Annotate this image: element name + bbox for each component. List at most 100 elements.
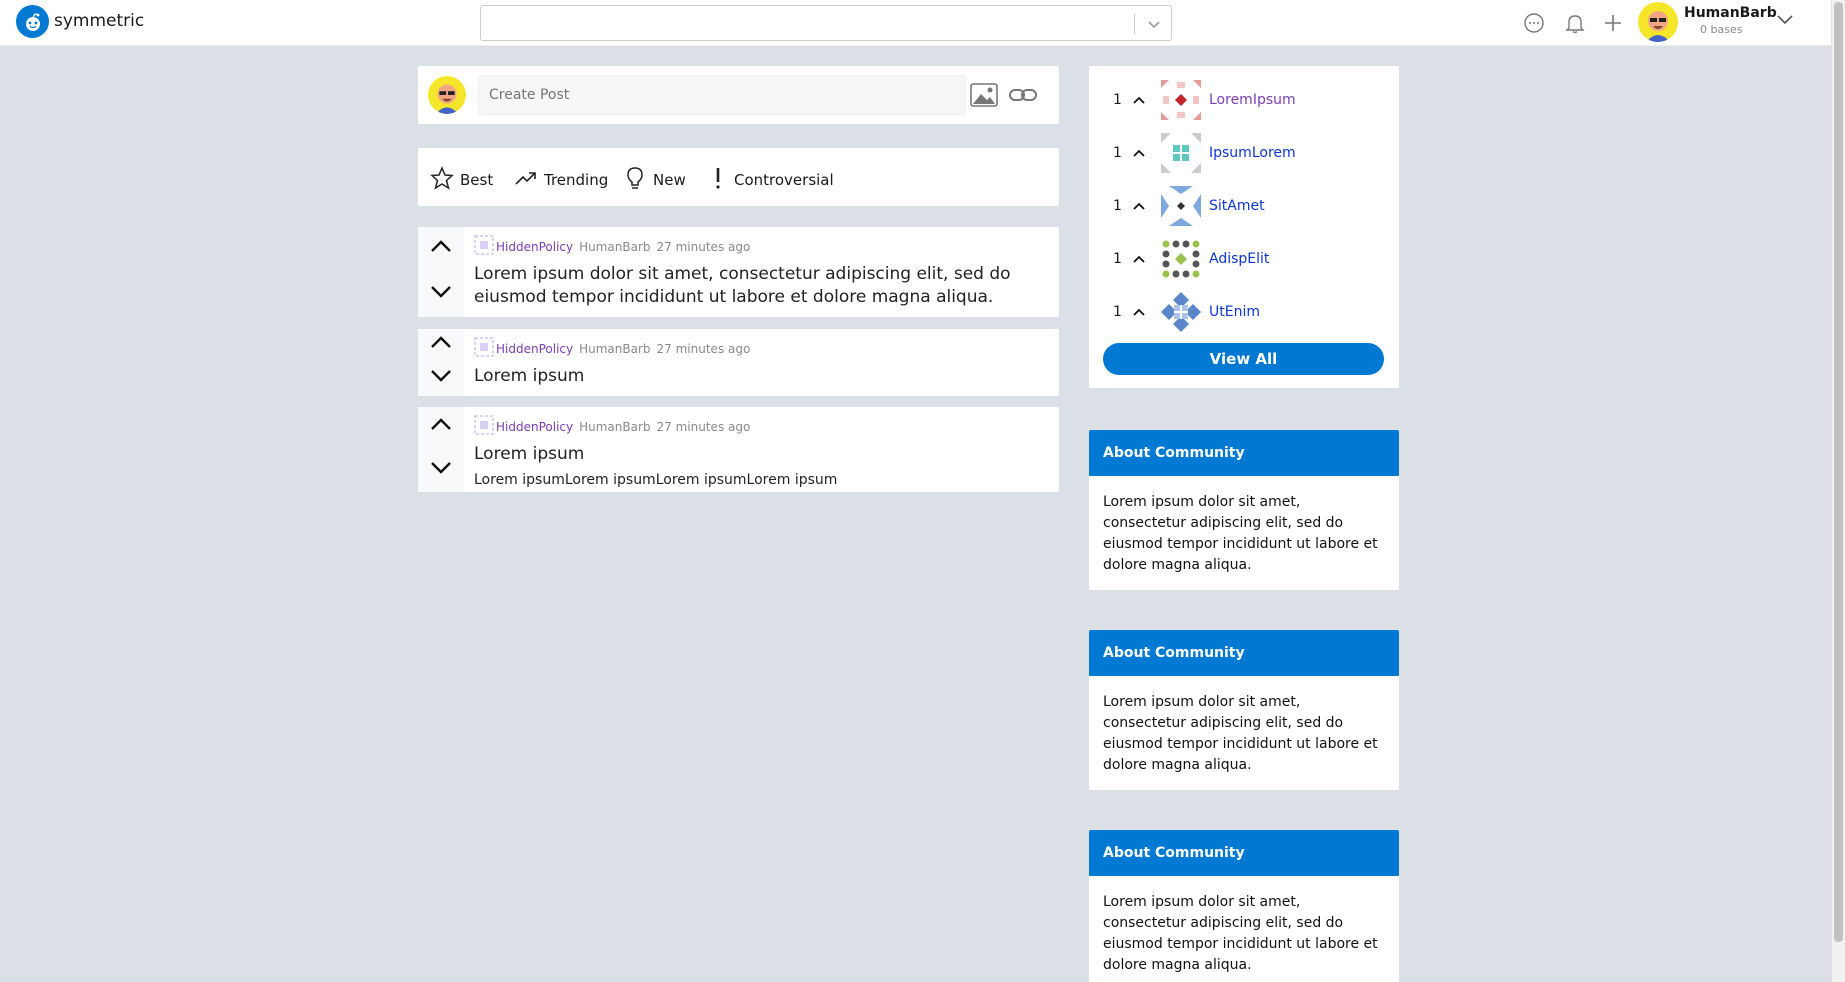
sort-new-label: New	[653, 171, 686, 189]
page-scrollbar[interactable]	[1831, 0, 1845, 982]
sort-trending[interactable]: Trending	[514, 166, 608, 194]
community-row: 1 AdispElit	[1113, 239, 1269, 279]
post-author[interactable]: HumanBarb	[579, 240, 650, 254]
post-title[interactable]: Lorem ipsum	[474, 365, 1049, 388]
community-avatar-icon	[1161, 133, 1201, 173]
post-text: Lorem ipsumLorem ipsumLorem ipsumLorem i…	[474, 472, 838, 488]
search-select[interactable]	[480, 5, 1172, 41]
star-icon	[430, 166, 454, 194]
post-time: 27 minutes ago	[656, 341, 751, 356]
user-karma: 0 bases	[1700, 23, 1743, 36]
post-community-link[interactable]: HiddenPolicy	[496, 420, 573, 434]
post-body: HiddenPolicy HumanBarb 27 minutes ago Lo…	[464, 227, 1059, 317]
upvote-icon[interactable]	[430, 415, 452, 437]
user-name[interactable]: HumanBarb	[1684, 5, 1777, 21]
upvote-icon[interactable]	[1131, 250, 1151, 269]
downvote-icon[interactable]	[430, 283, 452, 305]
post-author[interactable]: HumanBarb	[579, 420, 650, 434]
downvote-icon[interactable]	[430, 459, 452, 481]
post-time: 27 minutes ago	[656, 239, 751, 254]
upvote-icon[interactable]	[430, 333, 452, 355]
bell-icon[interactable]	[1563, 11, 1587, 35]
community-link[interactable]: AdispElit	[1209, 251, 1269, 267]
link-icon[interactable]	[1008, 82, 1038, 112]
about-community-text: Lorem ipsum dolor sit amet, consectetur …	[1103, 694, 1378, 773]
post-card[interactable]: HiddenPolicy HumanBarb 27 minutes ago Lo…	[418, 407, 1059, 492]
community-rank: 1	[1113, 251, 1122, 267]
chat-icon[interactable]	[1522, 11, 1546, 35]
post-title[interactable]: Lorem ipsum	[474, 443, 1049, 466]
community-avatar-icon	[1161, 186, 1201, 226]
about-community-card: About Community Lorem ipsum dolor sit am…	[1089, 430, 1399, 590]
sort-trending-label: Trending	[544, 171, 609, 189]
exclamation-icon	[708, 166, 728, 194]
upvote-icon[interactable]	[1131, 144, 1151, 163]
downvote-icon[interactable]	[430, 367, 452, 389]
community-avatar-icon	[1161, 292, 1201, 332]
chevron-down-icon[interactable]	[1775, 12, 1795, 32]
post-body: HiddenPolicy HumanBarb 27 minutes ago Lo…	[464, 407, 1059, 492]
community-avatar-icon	[1161, 80, 1201, 120]
about-community-text: Lorem ipsum dolor sit amet, consectetur …	[1103, 894, 1378, 973]
community-icon	[474, 235, 494, 258]
community-rank: 1	[1113, 304, 1122, 320]
community-row: 1 LoremIpsum	[1113, 80, 1296, 120]
sort-new[interactable]: New	[623, 166, 686, 194]
community-row: 1 UtEnim	[1113, 292, 1260, 332]
lightbulb-icon	[623, 166, 647, 194]
community-rank: 1	[1113, 198, 1122, 214]
community-link[interactable]: UtEnim	[1209, 304, 1260, 320]
view-all-button[interactable]: View All	[1103, 343, 1384, 375]
community-icon	[474, 415, 494, 438]
community-link[interactable]: IpsumLorem	[1209, 145, 1296, 161]
post-time: 27 minutes ago	[656, 419, 751, 434]
reddit-logo-icon[interactable]	[16, 5, 49, 38]
community-row: 1 IpsumLorem	[1113, 133, 1296, 173]
upvote-icon[interactable]	[1131, 197, 1151, 216]
about-community-text: Lorem ipsum dolor sit amet, consectetur …	[1103, 494, 1378, 573]
community-rank: 1	[1113, 145, 1122, 161]
post-author[interactable]: HumanBarb	[579, 342, 650, 356]
community-row: 1 SitAmet	[1113, 186, 1265, 226]
upvote-icon[interactable]	[430, 237, 452, 259]
vote-column	[418, 407, 464, 492]
vote-column	[418, 227, 464, 317]
scrollbar-thumb[interactable]	[1834, 2, 1843, 942]
community-link[interactable]: LoremIpsum	[1209, 92, 1296, 108]
vote-column	[418, 329, 464, 396]
about-community-card: About Community Lorem ipsum dolor sit am…	[1089, 830, 1399, 982]
search-divider	[1134, 14, 1135, 34]
sort-controversial[interactable]: Controversial	[708, 166, 834, 194]
community-rank: 1	[1113, 92, 1122, 108]
user-avatar[interactable]	[1638, 2, 1678, 42]
upvote-icon[interactable]	[1131, 303, 1151, 322]
plus-icon[interactable]	[1601, 11, 1625, 35]
community-link[interactable]: SitAmet	[1209, 198, 1265, 214]
post-body: HiddenPolicy HumanBarb 27 minutes ago Lo…	[464, 329, 1059, 396]
post-card[interactable]: HiddenPolicy HumanBarb 27 minutes ago Lo…	[418, 227, 1059, 317]
sort-best[interactable]: Best	[430, 166, 493, 194]
community-icon	[474, 337, 494, 360]
community-avatar-icon	[1161, 239, 1201, 279]
post-title[interactable]: Lorem ipsum dolor sit amet, consectetur …	[474, 263, 1049, 309]
brand-name[interactable]: symmetric	[54, 11, 144, 31]
chevron-down-icon[interactable]	[1147, 17, 1161, 36]
post-community-link[interactable]: HiddenPolicy	[496, 240, 573, 254]
top-header: symmetric HumanBarb 0 bases	[0, 0, 1831, 46]
image-icon[interactable]	[970, 82, 998, 112]
about-community-title: About Community	[1089, 830, 1399, 876]
sort-best-label: Best	[460, 171, 494, 189]
about-community-title: About Community	[1089, 630, 1399, 676]
post-meta: HiddenPolicy HumanBarb 27 minutes ago	[474, 235, 1049, 258]
top-communities-card: 1 LoremIpsum 1 IpsumLorem 1 SitAmet 1 Ad…	[1089, 66, 1399, 388]
sort-controversial-label: Controversial	[734, 171, 834, 189]
post-card[interactable]: HiddenPolicy HumanBarb 27 minutes ago Lo…	[418, 329, 1059, 396]
post-meta: HiddenPolicy HumanBarb 27 minutes ago	[474, 337, 1049, 360]
sort-bar: Best Trending New Controversial	[418, 148, 1059, 206]
post-meta: HiddenPolicy HumanBarb 27 minutes ago	[474, 415, 1049, 438]
trending-icon	[514, 166, 538, 194]
user-avatar[interactable]	[428, 76, 466, 114]
create-post-input[interactable]	[478, 75, 966, 115]
post-community-link[interactable]: HiddenPolicy	[496, 342, 573, 356]
upvote-icon[interactable]	[1131, 91, 1151, 110]
